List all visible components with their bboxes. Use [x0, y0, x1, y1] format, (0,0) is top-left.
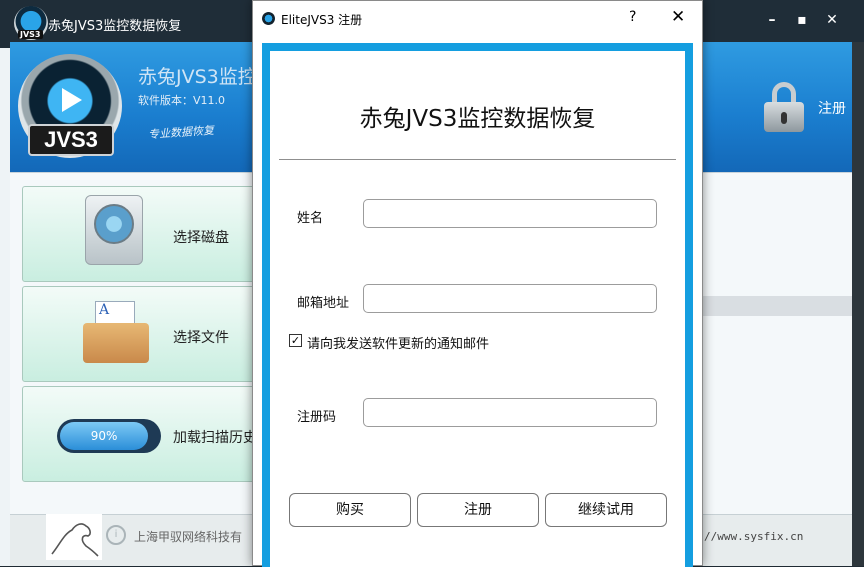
register-link[interactable]: 注册 — [818, 98, 846, 118]
continue-trial-button[interactable]: 继续试用 — [545, 493, 667, 527]
disk-icon — [85, 195, 143, 265]
play-icon — [62, 88, 82, 112]
dialog-titlebar: EliteJVS3 注册 ? ✕ — [253, 1, 702, 35]
register-button[interactable]: 注册 — [417, 493, 539, 527]
select-disk-card[interactable]: 选择磁盘 — [22, 186, 262, 282]
select-file-card[interactable]: A 选择文件 — [22, 286, 262, 382]
email-input[interactable] — [363, 284, 657, 313]
folder-icon: A — [83, 301, 149, 363]
close-button[interactable]: ✕ — [822, 12, 842, 28]
dialog-title: EliteJVS3 注册 — [281, 13, 363, 27]
code-label: 注册码 — [297, 410, 337, 425]
divider — [279, 159, 676, 160]
list-item[interactable] — [700, 296, 852, 316]
app-version: 软件版本：V11.0 — [138, 94, 226, 107]
progress-icon: 90% — [57, 419, 161, 453]
minimize-button[interactable]: – — [762, 12, 782, 28]
notify-checkbox-label[interactable]: 请向我发送软件更新的通知邮件 — [307, 333, 489, 352]
app-logo-tag: JVS3 — [18, 30, 43, 39]
app-logo-icon: JVS3 — [14, 6, 48, 40]
name-label: 姓名 — [297, 211, 324, 226]
dialog-frame: 赤兔JVS3监控数据恢复 姓名 邮箱地址 ✓ 请向我发送软件更新的通知邮件 注册… — [262, 43, 693, 567]
footer-info-icon: i — [106, 525, 126, 545]
main-window-title: 赤兔JVS3监控数据恢复 — [48, 19, 182, 34]
name-input[interactable] — [363, 199, 657, 228]
right-list — [700, 178, 852, 428]
company-name: 上海甲驭网络科技有 — [134, 530, 243, 544]
maximize-button[interactable]: ▪ — [792, 12, 812, 28]
load-history-card[interactable]: 90% 加载扫描历史 — [22, 386, 262, 482]
dialog-app-icon — [262, 12, 275, 25]
buy-button[interactable]: 购买 — [289, 493, 411, 527]
website-link[interactable]: //www.sysfix.cn — [704, 530, 803, 543]
progress-fill: 90% — [60, 422, 149, 450]
horse-logo-icon — [46, 514, 102, 560]
window-edge — [852, 42, 864, 566]
app-name: 赤兔JVS3监控 — [138, 66, 257, 88]
load-history-label: 加载扫描历史 — [173, 430, 257, 446]
email-label: 邮箱地址 — [297, 296, 350, 311]
dialog-heading: 赤兔JVS3监控数据恢复 — [359, 106, 596, 132]
notify-checkbox[interactable]: ✓ — [289, 334, 302, 347]
dialog-close-button[interactable]: ✕ — [671, 7, 685, 27]
code-input[interactable] — [363, 398, 657, 427]
register-dialog: EliteJVS3 注册 ? ✕ 赤兔JVS3监控数据恢复 姓名 邮箱地址 ✓ … — [252, 0, 703, 567]
lock-icon[interactable] — [764, 82, 804, 132]
select-file-label: 选择文件 — [173, 330, 229, 346]
select-disk-label: 选择磁盘 — [173, 230, 229, 246]
logo-text: JVS3 — [28, 124, 114, 156]
help-button[interactable]: ? — [629, 9, 636, 25]
